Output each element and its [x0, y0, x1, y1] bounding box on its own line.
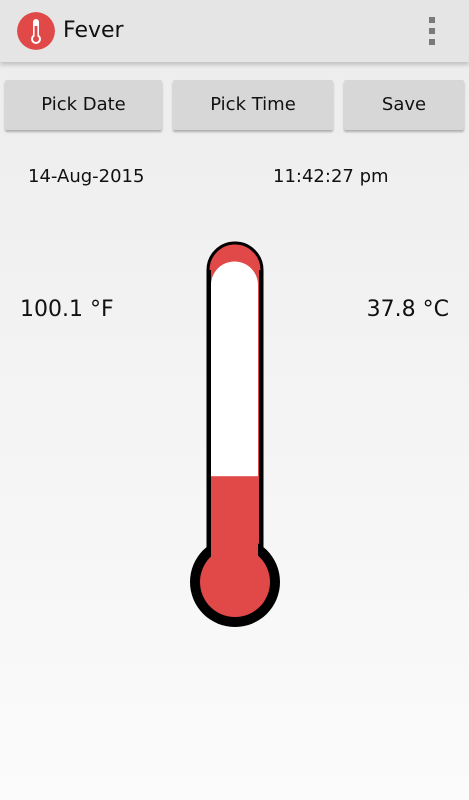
app-title: Fever	[63, 18, 124, 43]
date-display: 14-Aug-2015	[28, 166, 145, 187]
thermometer-icon	[17, 12, 55, 50]
overflow-menu-icon[interactable]	[420, 14, 444, 48]
pick-time-button[interactable]: Pick Time	[173, 80, 333, 130]
action-bar: Fever	[0, 0, 469, 62]
time-display: 11:42:27 pm	[273, 166, 389, 187]
celsius-reading: 37.8 °C	[366, 297, 449, 322]
fahrenheit-reading: 100.1 °F	[20, 297, 114, 322]
pick-date-button[interactable]: Pick Date	[5, 80, 162, 130]
save-button[interactable]: Save	[344, 80, 464, 130]
thermometer-gauge	[190, 241, 280, 627]
